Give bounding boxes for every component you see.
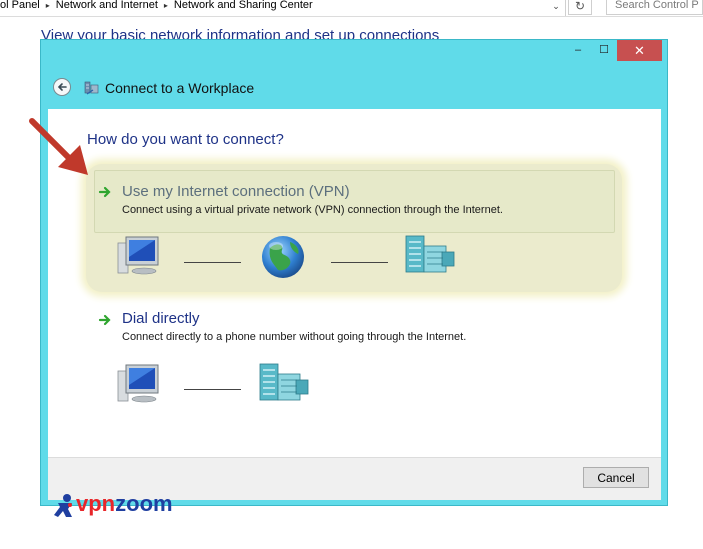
red-pointer-arrow-icon [29, 118, 88, 175]
cancel-button[interactable]: Cancel [583, 467, 649, 488]
breadcrumb-separator-icon[interactable]: ▸ [164, 0, 168, 11]
maximize-button[interactable]: ☐ [591, 40, 617, 61]
dialog-title: Connect to a Workplace [105, 80, 255, 96]
breadcrumb-item-network-and-sharing-center[interactable]: Network and Sharing Center [174, 0, 313, 11]
logo-text-vpn: vpn [76, 491, 116, 516]
option-vpn[interactable] [94, 170, 615, 233]
address-dropdown-icon[interactable]: ⌄ [548, 0, 564, 15]
green-arrow-icon [98, 314, 111, 326]
connection-line [184, 389, 241, 390]
back-arrow-icon [57, 83, 67, 91]
option-vpn-description: Connect using a virtual private network … [122, 204, 503, 216]
logo-figure-icon [54, 494, 72, 517]
close-button[interactable]: ✕ [617, 40, 662, 61]
network-workplace-icon [84, 81, 99, 95]
logo-text-zoom: zoom [115, 491, 173, 516]
search-input[interactable]: Search Control P [606, 0, 703, 15]
minimize-button[interactable]: – [565, 40, 591, 61]
breadcrumb-item-control-panel[interactable]: ol Panel [0, 0, 40, 11]
back-button[interactable] [53, 78, 71, 96]
office-building-icon [259, 363, 309, 401]
option-dial-title[interactable]: Dial directly [122, 310, 200, 327]
computer-icon [117, 236, 159, 275]
option-dial-description: Connect directly to a phone number witho… [122, 331, 467, 343]
option-vpn-title[interactable]: Use my Internet connection (VPN) [122, 183, 350, 200]
connection-line [184, 262, 241, 263]
breadcrumb-item-network-and-internet[interactable]: Network and Internet [56, 0, 158, 11]
connect-to-workplace-dialog: – ☐ ✕ Connect to a Workplace How do you … [40, 39, 668, 506]
vpnzoom-logo: vpnzoom [54, 491, 173, 524]
globe-icon [262, 236, 304, 278]
address-bar: ol Panel ▸ Network and Internet ▸ Network an… [0, 0, 703, 17]
green-arrow-icon [98, 186, 111, 198]
computer-icon [117, 364, 159, 403]
breadcrumb-separator-icon[interactable]: ▸ [46, 0, 50, 11]
breadcrumb: ol Panel ▸ Network and Internet ▸ Network an… [0, 0, 566, 16]
page-question: How do you want to connect? [87, 131, 284, 148]
connection-line [331, 262, 388, 263]
refresh-button[interactable]: ↻ [568, 0, 592, 15]
dialog-content: How do you want to connect? Use my Inter… [48, 109, 661, 457]
office-building-icon [405, 235, 455, 273]
